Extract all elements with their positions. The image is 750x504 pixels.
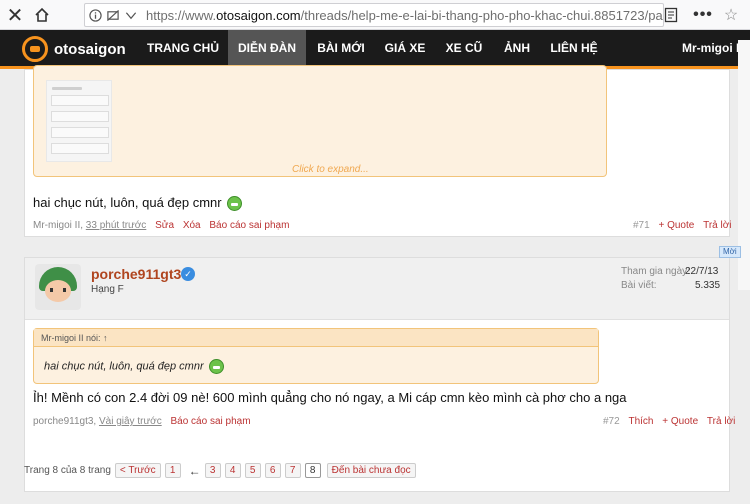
quote-button[interactable]: + Quote xyxy=(658,220,694,231)
url-text: https://www.otosaigon.com/threads/help-m… xyxy=(146,7,664,23)
home-icon[interactable] xyxy=(30,0,54,30)
nav-item-photos[interactable]: ẢNH xyxy=(494,30,540,66)
nav-item-home[interactable]: TRANG CHỦ xyxy=(138,30,228,66)
edit-link[interactable]: Sửa xyxy=(155,220,174,231)
page-jump-icon[interactable]: ← xyxy=(189,464,201,478)
reader-view-icon[interactable] xyxy=(660,0,682,30)
post-message: hai chục nút, luôn, quá đẹp cmnr xyxy=(33,195,243,212)
thread-content: Click to expand... hai chục nút, luôn, q… xyxy=(0,65,750,504)
post-meta: Mr-migoi II, 33 phút trước Sửa Xóa Báo c… xyxy=(33,220,290,231)
quote-button[interactable]: + Quote xyxy=(662,416,698,427)
nav-item-forum[interactable]: DIỄN ĐÀN xyxy=(228,30,306,69)
report-link[interactable]: Báo cáo sai phạm xyxy=(170,416,250,427)
post-time[interactable]: 33 phút trước xyxy=(86,220,147,231)
quote-header[interactable]: Mr-migoi II nói: ↑ xyxy=(34,329,598,347)
reply-button[interactable]: Trả lời xyxy=(703,220,731,231)
page-5[interactable]: 5 xyxy=(244,463,261,478)
nav-item-car-prices[interactable]: GIÁ XE xyxy=(376,30,434,66)
quote-block: Mr-migoi II nói: ↑ hai chục nút, luôn, q… xyxy=(33,328,599,384)
quote-text: hai chục nút, luôn, quá đẹp cmnr xyxy=(44,359,224,374)
post-meta: porche911gt3, Vài giây trước Báo cáo sai… xyxy=(33,416,251,427)
reader-mode-icon[interactable] xyxy=(124,8,138,22)
star-icon[interactable]: ☆ xyxy=(720,0,742,30)
grin-emoji-icon xyxy=(227,196,243,212)
notification-blocked-icon[interactable] xyxy=(106,8,120,22)
reply-button[interactable]: Trả lời xyxy=(707,416,735,427)
site-logo[interactable]: otosaigon xyxy=(22,36,126,62)
post-number[interactable]: #72 xyxy=(603,416,620,427)
page-3[interactable]: 3 xyxy=(204,463,221,478)
joined-label: Tham gia ngày: xyxy=(621,266,690,277)
side-tab[interactable]: Mời xyxy=(719,246,741,258)
posts-value: 5.335 xyxy=(695,280,721,291)
close-icon[interactable]: ✕ xyxy=(2,0,28,30)
verified-icon: ✓ xyxy=(181,267,195,281)
post-number[interactable]: #71 xyxy=(633,220,650,231)
click-to-expand[interactable]: Click to expand... xyxy=(292,164,369,175)
page-7[interactable]: 7 xyxy=(284,463,301,478)
like-button[interactable]: Thích xyxy=(628,416,653,427)
site-navbar: otosaigon TRANG CHỦ DIỄN ĐÀN BÀI MỚI GIÁ… xyxy=(0,30,750,69)
prev-page-button[interactable]: < Trước xyxy=(114,463,161,478)
user-rank: Hạng F xyxy=(91,284,124,295)
report-link[interactable]: Báo cáo sai phạm xyxy=(209,220,289,231)
nav-item-new-posts[interactable]: BÀI MỚI xyxy=(306,30,376,66)
quoted-screenshot xyxy=(46,80,112,162)
delete-link[interactable]: Xóa xyxy=(183,220,201,231)
post-author[interactable]: porche911gt3 xyxy=(33,416,93,427)
post-header: porche911gt3 ✓ Hạng F Tham gia ngày: 22/… xyxy=(25,258,729,320)
avatar[interactable] xyxy=(35,264,81,310)
more-icon[interactable]: ••• xyxy=(692,0,714,30)
user-account-link[interactable]: Mr-migoi II xyxy=(682,30,743,66)
info-icon[interactable] xyxy=(89,8,102,22)
posts-label: Bài viết: xyxy=(621,280,657,291)
page-6[interactable]: 6 xyxy=(264,463,281,478)
post-author[interactable]: Mr-migoi II xyxy=(33,220,80,231)
page-info: Trang 8 của 8 trang xyxy=(24,465,111,476)
post-time[interactable]: Vài giây trước xyxy=(99,416,162,427)
nav-item-used-cars[interactable]: XE CŨ xyxy=(434,30,494,66)
browser-toolbar: ✕ https://www.otosaigon.com/threads/help… xyxy=(0,0,750,30)
username[interactable]: porche911gt3 xyxy=(91,266,181,282)
page-4[interactable]: 4 xyxy=(224,463,241,478)
post-71: Click to expand... hai chục nút, luôn, q… xyxy=(24,65,732,237)
post-message: Ỉh! Mềnh có con 2.4 đời 09 nè! 600 mình … xyxy=(33,390,627,405)
pagination: Trang 8 của 8 trang < Trước 1 ← 3 4 5 6 … xyxy=(24,463,416,478)
page-8-current[interactable]: 8 xyxy=(304,463,321,478)
quote-block: Click to expand... xyxy=(33,65,607,177)
joined-value: 22/7/13 xyxy=(685,266,719,277)
post-72: porche911gt3 ✓ Hạng F Tham gia ngày: 22/… xyxy=(24,257,735,492)
unread-button[interactable]: Đến bài chưa đọc xyxy=(326,463,416,478)
logo-icon xyxy=(22,36,48,62)
post-actions: #71 + Quote Trả lời xyxy=(633,220,732,231)
nav-item-contact[interactable]: LIÊN HỆ xyxy=(540,30,608,66)
grin-emoji-icon xyxy=(208,359,224,374)
url-field[interactable]: https://www.otosaigon.com/threads/help-m… xyxy=(84,3,664,27)
page-1[interactable]: 1 xyxy=(164,463,181,478)
post-actions: #72 Thích + Quote Trả lời xyxy=(603,416,735,427)
